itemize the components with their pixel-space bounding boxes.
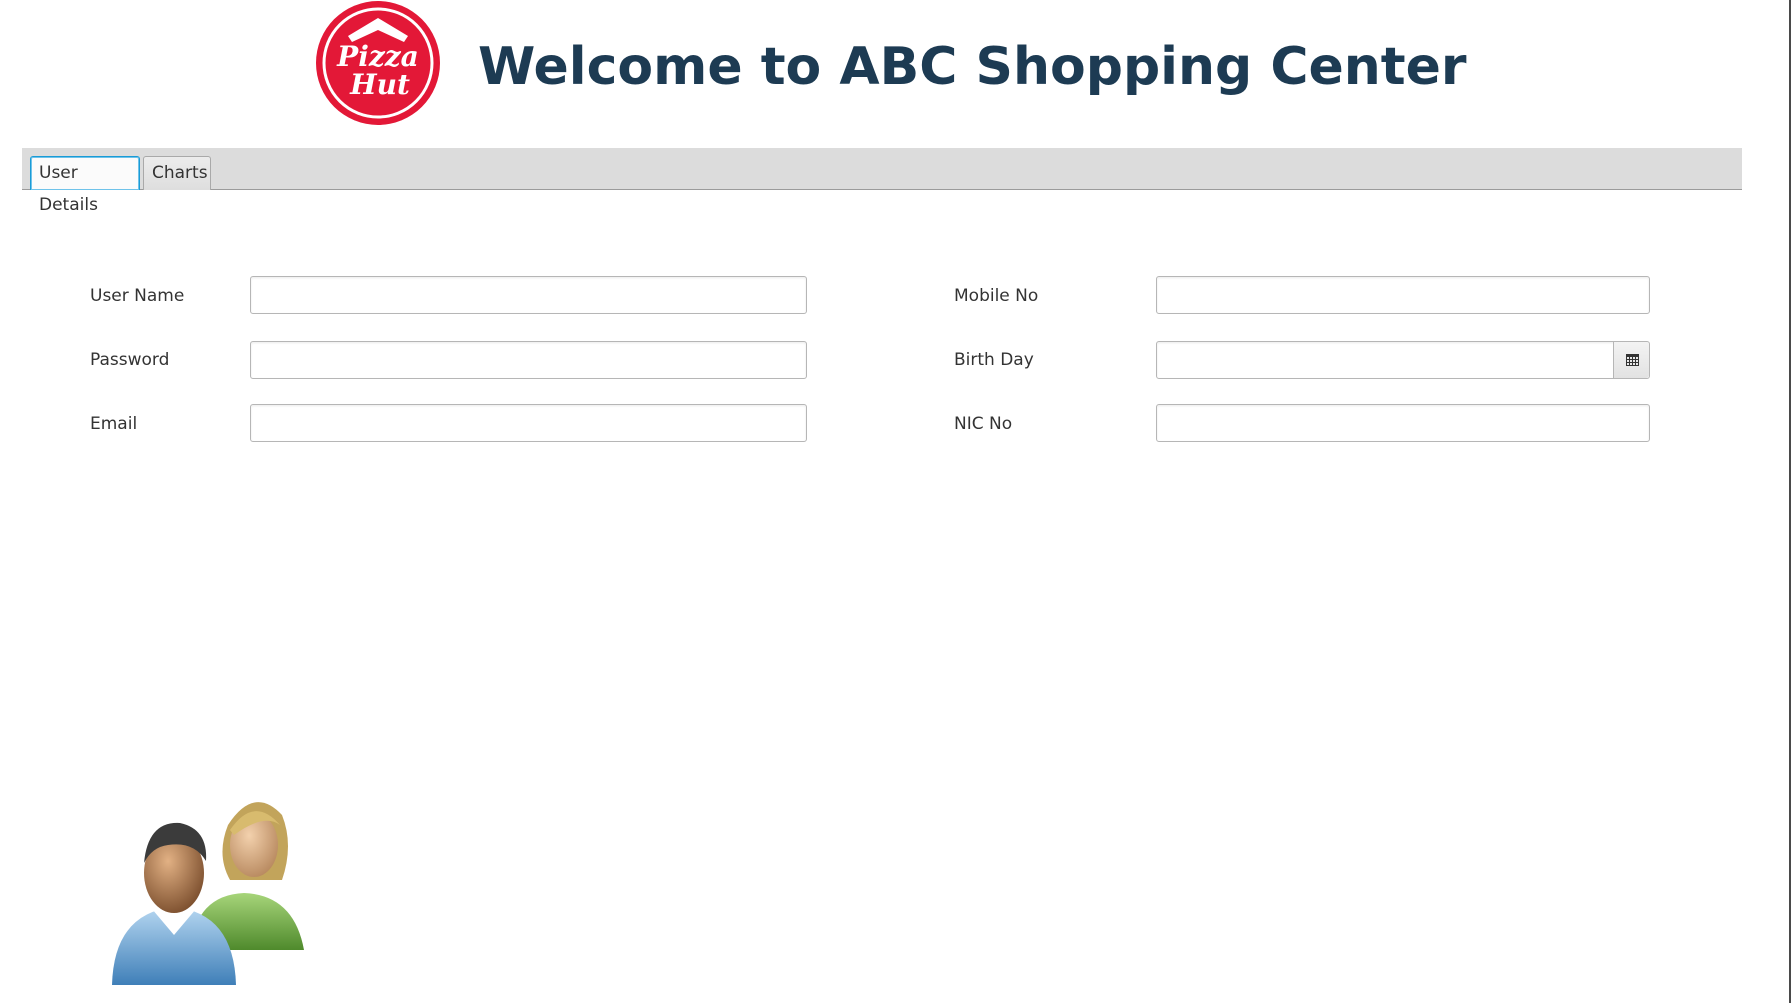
date-picker-button[interactable]	[1613, 342, 1649, 378]
mobile-no-field[interactable]	[1156, 276, 1650, 314]
user-name-label: User Name	[90, 286, 185, 306]
nic-no-field[interactable]	[1156, 404, 1650, 442]
password-field[interactable]	[250, 341, 807, 379]
email-field[interactable]	[250, 404, 807, 442]
tab-user-details[interactable]: User Details	[30, 156, 140, 215]
pizza-hut-logo: Pizza Hut	[308, 0, 446, 127]
nic-no-input[interactable]	[1157, 405, 1649, 441]
tab-charts[interactable]: Charts	[143, 156, 211, 190]
password-input[interactable]	[251, 342, 806, 378]
mobile-no-label: Mobile No	[954, 286, 1039, 306]
tab-bar: User Details Charts	[22, 148, 1742, 215]
page-title: Welcome to ABC Shopping Center	[478, 37, 1467, 97]
birth-day-picker[interactable]	[1156, 341, 1650, 379]
user-name-input[interactable]	[251, 277, 806, 313]
mobile-no-input[interactable]	[1157, 277, 1649, 313]
nic-no-label: NIC No	[954, 414, 1013, 434]
birth-day-input[interactable]	[1157, 342, 1613, 378]
user-name-field[interactable]	[250, 276, 807, 314]
svg-text:Hut: Hut	[349, 68, 410, 101]
calendar-icon	[1626, 354, 1639, 366]
password-label: Password	[90, 350, 170, 370]
email-label: Email	[90, 414, 138, 434]
birth-day-label: Birth Day	[954, 350, 1034, 370]
users-icon	[104, 785, 314, 995]
email-input[interactable]	[251, 405, 806, 441]
